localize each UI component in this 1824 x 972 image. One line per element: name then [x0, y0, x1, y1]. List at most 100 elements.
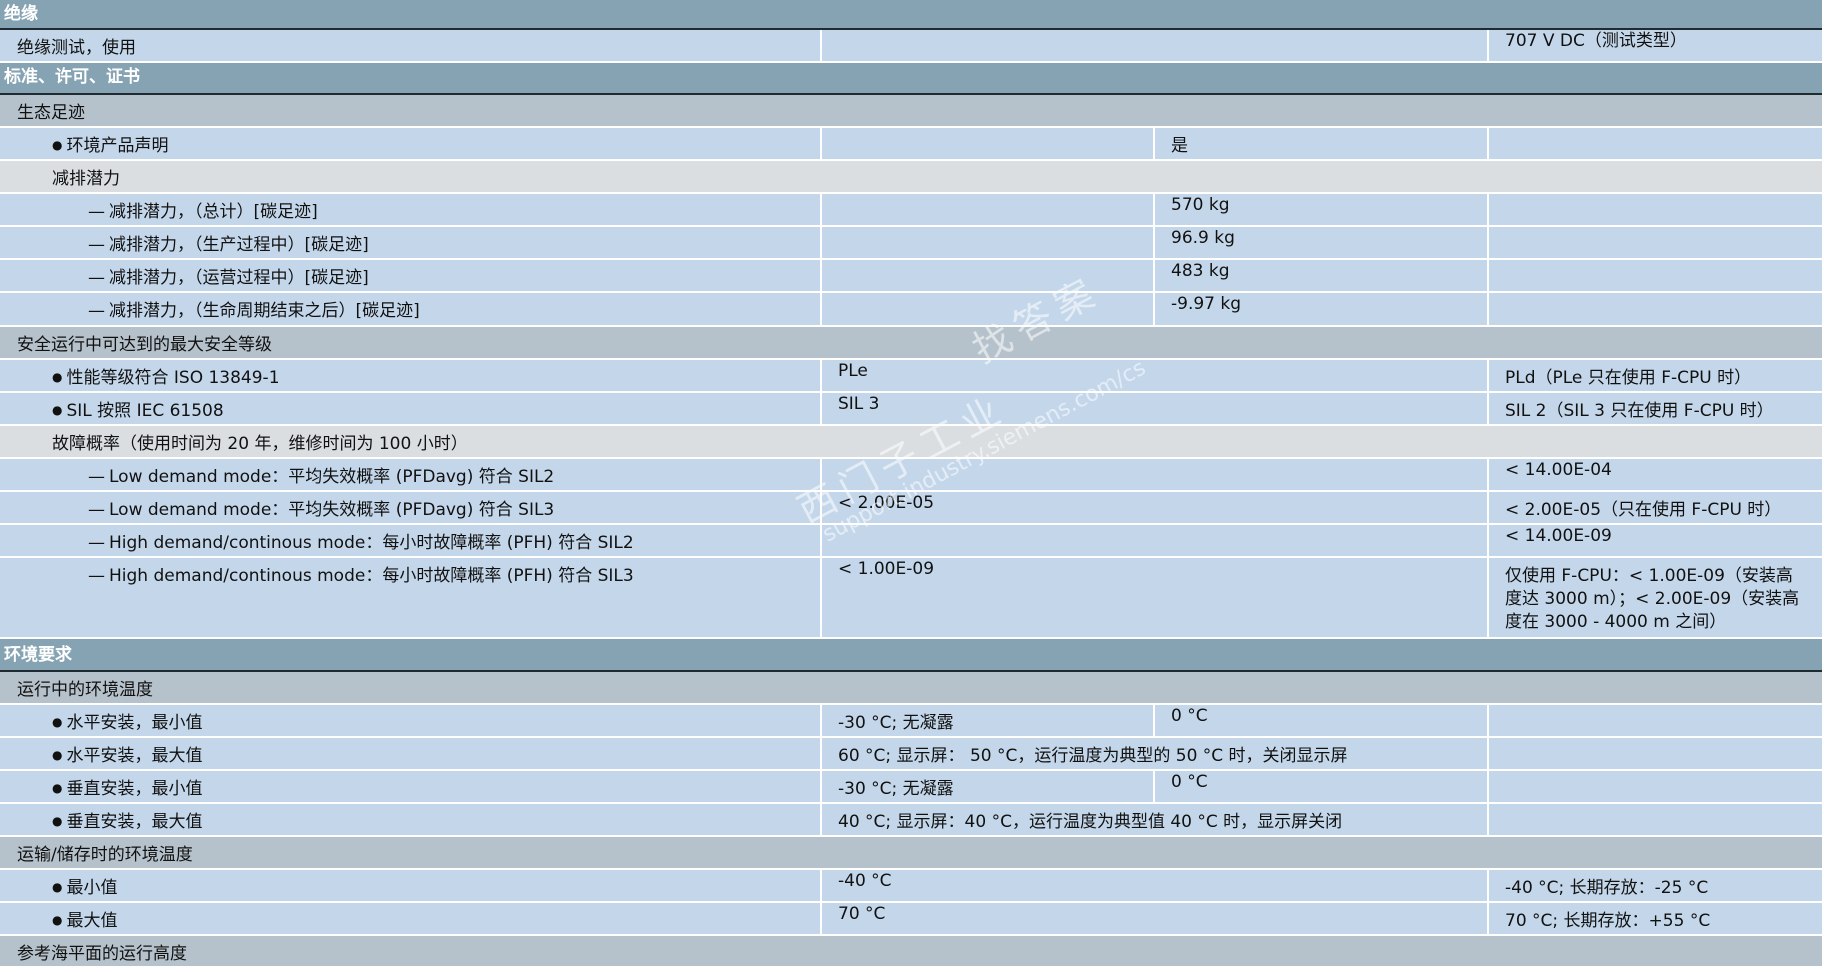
group-row: 安全运行中可达到的最大安全等级 [0, 327, 1822, 360]
dash-icon: — [88, 301, 105, 321]
row-label: — 减排潜力，（生命周期结束之后）[碳足迹] [88, 301, 420, 321]
value-cell: PLe [838, 361, 868, 381]
value-cell: < 2.00E-05 [838, 493, 935, 513]
group-label: 运输/储存时的环境温度 [17, 845, 193, 865]
table-row: 绝缘测试，使用 707 V DC（测试类型） [0, 30, 1822, 63]
row-label: — High demand/continous mode：每小时故障概率 (PFH… [88, 533, 634, 553]
section-header-standards: 标准、许可、证书 [0, 63, 1822, 95]
bullet-icon: ● [52, 715, 63, 729]
value-cell: -40 °C; 长期存放：-25 °C [1505, 878, 1709, 898]
subgroup-label: 减排潜力 [52, 169, 120, 189]
row-label: — Low demand mode：平均失效概率 (PFDavg) 符合 SIL2 [88, 467, 555, 487]
group-label: 安全运行中可达到的最大安全等级 [17, 335, 272, 355]
row-label: — 减排潜力，（运营过程中）[碳足迹] [88, 268, 369, 288]
table-row: ● 水平安装，最小值 -30 °C; 无凝露 0 °C [0, 705, 1822, 738]
subgroup-row: 减排潜力 [0, 161, 1822, 194]
table-row: — High demand/continous mode：每小时故障概率 (PFH… [0, 558, 1822, 639]
section-header-environment: 环境要求 [0, 639, 1822, 672]
row-label: ● 垂直安装，最大值 [52, 812, 203, 832]
value-cell: -30 °C; 无凝露 [838, 779, 954, 799]
row-label: ● 环境产品声明 [52, 136, 169, 156]
table-row: — 减排潜力，（生命周期结束之后）[碳足迹] -9.97 kg [0, 293, 1822, 327]
value-cell: < 1.00E-09 [838, 559, 935, 579]
dash-icon: — [88, 202, 105, 222]
value-cell: -9.97 kg [1171, 294, 1242, 314]
section-title: 环境要求 [4, 645, 72, 665]
table-row: ● 环境产品声明 是 [0, 128, 1822, 161]
bullet-icon: ● [52, 781, 63, 795]
dash-icon: — [88, 533, 105, 553]
value-cell: 60 °C; 显示屏： 50 °C，运行温度为典型的 50 °C 时，关闭显示屏 [838, 746, 1348, 766]
value-cell: SIL 3 [838, 394, 880, 414]
bullet-icon: ● [52, 138, 63, 152]
table-row: ● 垂直安装，最小值 -30 °C; 无凝露 0 °C [0, 771, 1822, 804]
value-cell: 96.9 kg [1171, 228, 1235, 248]
group-label: 生态足迹 [17, 103, 85, 123]
value-cell: < 14.00E-09 [1505, 526, 1612, 546]
group-label: 参考海平面的运行高度 [17, 944, 187, 964]
row-label: ● 最小值 [52, 878, 118, 898]
group-row: 生态足迹 [0, 95, 1822, 128]
row-label: — 减排潜力，（生产过程中）[碳足迹] [88, 235, 369, 255]
dash-icon: — [88, 467, 105, 487]
row-label: ● 水平安装，最大值 [52, 746, 203, 766]
table-row: — 减排潜力，（运营过程中）[碳足迹] 483 kg [0, 260, 1822, 293]
table-row: — Low demand mode：平均失效概率 (PFDavg) 符合 SIL3… [0, 492, 1822, 525]
table-row: — Low demand mode：平均失效概率 (PFDavg) 符合 SIL2… [0, 459, 1822, 492]
section-title: 绝缘 [4, 4, 38, 24]
dash-icon: — [88, 566, 105, 586]
value-cell: < 14.00E-04 [1505, 460, 1612, 480]
value-cell: < 2.00E-05（只在使用 F-CPU 时） [1505, 500, 1782, 520]
bullet-icon: ● [52, 403, 63, 417]
table-row: — High demand/continous mode：每小时故障概率 (PFH… [0, 525, 1822, 558]
value-cell: -40 °C [838, 871, 892, 891]
value-cell: 是 [1171, 136, 1188, 156]
value-cell: SIL 2（SIL 3 只在使用 F-CPU 时） [1505, 401, 1774, 421]
row-label: — High demand/continous mode：每小时故障概率 (PFH… [88, 566, 634, 586]
row-label: ● 最大值 [52, 911, 118, 931]
datasheet-table: 绝缘 绝缘测试，使用 707 V DC（测试类型） 标准、许可、证书 生态足迹 … [0, 0, 1822, 966]
row-label: ● SIL 按照 IEC 61508 [52, 401, 224, 421]
row-label: ● 垂直安装，最小值 [52, 779, 203, 799]
value-cell: -30 °C; 无凝露 [838, 713, 954, 733]
table-row: — 减排潜力，（总计）[碳足迹] 570 kg [0, 194, 1822, 227]
bullet-icon: ● [52, 880, 63, 894]
value-cell: 570 kg [1171, 195, 1230, 215]
subgroup-row: 故障概率（使用时间为 20 年，维修时间为 100 小时） [0, 426, 1822, 459]
table-row: ● SIL 按照 IEC 61508 SIL 3 SIL 2（SIL 3 只在使用… [0, 393, 1822, 426]
value-cell: 仅使用 F-CPU：< 1.00E-09（安装高度达 3000 m）；< 2.0… [1505, 566, 1800, 632]
bullet-icon: ● [52, 748, 63, 762]
value-cell: 40 °C; 显示屏：40 °C，运行温度为典型值 40 °C 时，显示屏关闭 [838, 812, 1343, 832]
group-label: 运行中的环境温度 [17, 680, 153, 700]
bullet-icon: ● [52, 370, 63, 384]
value-cell: 0 °C [1171, 706, 1208, 726]
section-title: 标准、许可、证书 [4, 67, 140, 87]
dash-icon: — [88, 268, 105, 288]
section-header-insulation: 绝缘 [0, 0, 1822, 30]
dash-icon: — [88, 500, 105, 520]
dash-icon: — [88, 235, 105, 255]
table-row: ● 最小值 -40 °C -40 °C; 长期存放：-25 °C [0, 870, 1822, 903]
table-row: ● 垂直安装，最大值 40 °C; 显示屏：40 °C，运行温度为典型值 40 °… [0, 804, 1822, 837]
value-cell: 707 V DC（测试类型） [1505, 31, 1687, 51]
value-cell: PLd（PLe 只在使用 F-CPU 时） [1505, 368, 1752, 388]
table-row: ● 最大值 70 °C 70 °C; 长期存放：+55 °C [0, 903, 1822, 936]
value-cell: 70 °C; 长期存放：+55 °C [1505, 911, 1711, 931]
bullet-icon: ● [52, 913, 63, 927]
group-row: 运行中的环境温度 [0, 672, 1822, 705]
row-label: ● 性能等级符合 ISO 13849-1 [52, 368, 280, 388]
table-row: ● 水平安装，最大值 60 °C; 显示屏： 50 °C，运行温度为典型的 50 … [0, 738, 1822, 771]
row-label: ● 水平安装，最小值 [52, 713, 203, 733]
table-row: ● 性能等级符合 ISO 13849-1 PLe PLd（PLe 只在使用 F-C… [0, 360, 1822, 393]
value-cell: 70 °C [838, 904, 886, 924]
row-label: 绝缘测试，使用 [17, 38, 136, 58]
row-label: — Low demand mode：平均失效概率 (PFDavg) 符合 SIL3 [88, 500, 555, 520]
table-row: — 减排潜力，（生产过程中）[碳足迹] 96.9 kg [0, 227, 1822, 260]
group-row: 运输/储存时的环境温度 [0, 837, 1822, 870]
value-cell: 483 kg [1171, 261, 1230, 281]
subgroup-label: 故障概率（使用时间为 20 年，维修时间为 100 小时） [52, 434, 468, 454]
bullet-icon: ● [52, 814, 63, 828]
group-row: 参考海平面的运行高度 [0, 936, 1822, 966]
row-label: — 减排潜力，（总计）[碳足迹] [88, 202, 318, 222]
value-cell: 0 °C [1171, 772, 1208, 792]
